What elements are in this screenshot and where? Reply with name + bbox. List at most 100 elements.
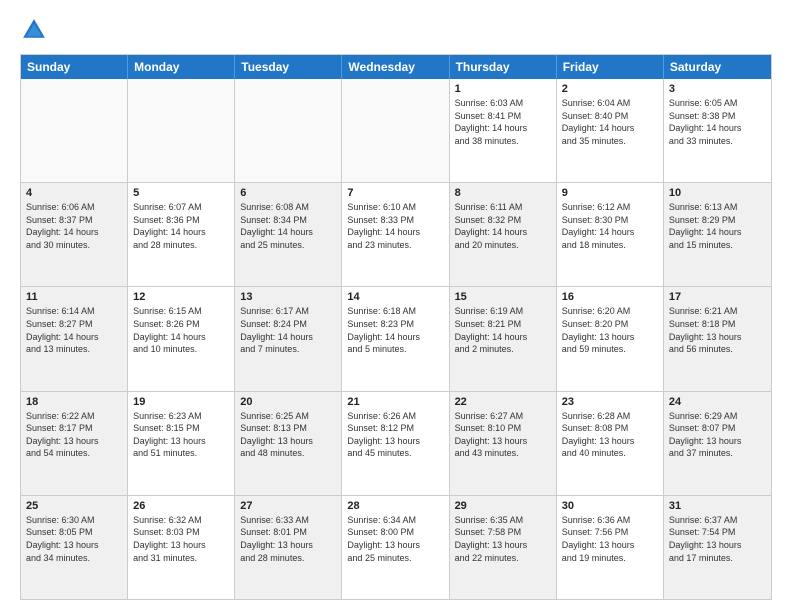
header-monday: Monday [128, 55, 235, 79]
day-number: 8 [455, 187, 551, 199]
day-info: Sunrise: 6:28 AM Sunset: 8:08 PM Dayligh… [562, 410, 658, 460]
calendar-cell-1-2: 6 Sunrise: 6:08 AM Sunset: 8:34 PM Daylig… [235, 183, 342, 286]
calendar-cell-1-6: 10 Sunrise: 6:13 AM Sunset: 8:29 PM Dayli… [664, 183, 771, 286]
day-number: 17 [669, 291, 766, 303]
day-number: 29 [455, 500, 551, 512]
header-saturday: Saturday [664, 55, 771, 79]
day-number: 27 [240, 500, 336, 512]
day-info: Sunrise: 6:11 AM Sunset: 8:32 PM Dayligh… [455, 201, 551, 251]
calendar-cell-3-3: 21 Sunrise: 6:26 AM Sunset: 8:12 PM Dayli… [342, 392, 449, 495]
day-info: Sunrise: 6:36 AM Sunset: 7:56 PM Dayligh… [562, 514, 658, 564]
day-number: 4 [26, 187, 122, 199]
day-number: 10 [669, 187, 766, 199]
calendar-cell-4-3: 28Sunrise: 6:34 AM Sunset: 8:00 PM Dayli… [342, 496, 449, 599]
day-info: Sunrise: 6:25 AM Sunset: 8:13 PM Dayligh… [240, 410, 336, 460]
day-number: 25 [26, 500, 122, 512]
day-info: Sunrise: 6:35 AM Sunset: 7:58 PM Dayligh… [455, 514, 551, 564]
day-number: 18 [26, 396, 122, 408]
header-thursday: Thursday [450, 55, 557, 79]
header-wednesday: Wednesday [342, 55, 449, 79]
day-number: 31 [669, 500, 766, 512]
day-info: Sunrise: 6:10 AM Sunset: 8:33 PM Dayligh… [347, 201, 443, 251]
calendar-cell-2-4: 15Sunrise: 6:19 AM Sunset: 8:21 PM Dayli… [450, 287, 557, 390]
day-info: Sunrise: 6:29 AM Sunset: 8:07 PM Dayligh… [669, 410, 766, 460]
calendar-cell-4-2: 27Sunrise: 6:33 AM Sunset: 8:01 PM Dayli… [235, 496, 342, 599]
calendar-row-4: 25 Sunrise: 6:30 AM Sunset: 8:05 PM Dayli… [21, 496, 771, 599]
day-number: 14 [347, 291, 443, 303]
calendar-cell-1-1: 5 Sunrise: 6:07 AM Sunset: 8:36 PM Daylig… [128, 183, 235, 286]
day-info: Sunrise: 6:06 AM Sunset: 8:37 PM Dayligh… [26, 201, 122, 251]
day-info: Sunrise: 6:20 AM Sunset: 8:20 PM Dayligh… [562, 305, 658, 355]
calendar-cell-0-6: 3 Sunrise: 6:05 AM Sunset: 8:38 PM Daylig… [664, 79, 771, 182]
day-number: 6 [240, 187, 336, 199]
day-info: Sunrise: 6:22 AM Sunset: 8:17 PM Dayligh… [26, 410, 122, 460]
calendar-cell-0-0 [21, 79, 128, 182]
day-number: 1 [455, 83, 551, 95]
day-info: Sunrise: 6:12 AM Sunset: 8:30 PM Dayligh… [562, 201, 658, 251]
day-number: 9 [562, 187, 658, 199]
day-info: Sunrise: 6:37 AM Sunset: 7:54 PM Dayligh… [669, 514, 766, 564]
calendar-cell-4-6: 31 Sunrise: 6:37 AM Sunset: 7:54 PM Dayli… [664, 496, 771, 599]
calendar-cell-2-6: 17 Sunrise: 6:21 AM Sunset: 8:18 PM Dayli… [664, 287, 771, 390]
calendar-cell-3-0: 18 Sunrise: 6:22 AM Sunset: 8:17 PM Dayli… [21, 392, 128, 495]
calendar-cell-0-5: 2 Sunrise: 6:04 AM Sunset: 8:40 PM Daylig… [557, 79, 664, 182]
calendar-header: Sunday Monday Tuesday Wednesday Thursday… [21, 55, 771, 79]
calendar-cell-4-4: 29 Sunrise: 6:35 AM Sunset: 7:58 PM Dayli… [450, 496, 557, 599]
day-number: 2 [562, 83, 658, 95]
calendar-cell-1-0: 4 Sunrise: 6:06 AM Sunset: 8:37 PM Daylig… [21, 183, 128, 286]
day-number: 7 [347, 187, 443, 199]
calendar-row-0: 1 Sunrise: 6:03 AM Sunset: 8:41 PM Daylig… [21, 79, 771, 183]
header-tuesday: Tuesday [235, 55, 342, 79]
calendar-cell-4-5: 30Sunrise: 6:36 AM Sunset: 7:56 PM Dayli… [557, 496, 664, 599]
day-info: Sunrise: 6:27 AM Sunset: 8:10 PM Dayligh… [455, 410, 551, 460]
day-number: 11 [26, 291, 122, 303]
day-number: 15 [455, 291, 551, 303]
day-info: Sunrise: 6:30 AM Sunset: 8:05 PM Dayligh… [26, 514, 122, 564]
day-number: 19 [133, 396, 229, 408]
day-number: 12 [133, 291, 229, 303]
calendar-cell-2-0: 11Sunrise: 6:14 AM Sunset: 8:27 PM Dayli… [21, 287, 128, 390]
day-number: 21 [347, 396, 443, 408]
calendar-row-2: 11Sunrise: 6:14 AM Sunset: 8:27 PM Dayli… [21, 287, 771, 391]
day-number: 3 [669, 83, 766, 95]
day-info: Sunrise: 6:05 AM Sunset: 8:38 PM Dayligh… [669, 97, 766, 147]
day-number: 13 [240, 291, 336, 303]
day-number: 28 [347, 500, 443, 512]
day-info: Sunrise: 6:32 AM Sunset: 8:03 PM Dayligh… [133, 514, 229, 564]
day-info: Sunrise: 6:21 AM Sunset: 8:18 PM Dayligh… [669, 305, 766, 355]
day-info: Sunrise: 6:26 AM Sunset: 8:12 PM Dayligh… [347, 410, 443, 460]
day-number: 20 [240, 396, 336, 408]
day-info: Sunrise: 6:13 AM Sunset: 8:29 PM Dayligh… [669, 201, 766, 251]
calendar-cell-3-2: 20 Sunrise: 6:25 AM Sunset: 8:13 PM Dayli… [235, 392, 342, 495]
day-info: Sunrise: 6:07 AM Sunset: 8:36 PM Dayligh… [133, 201, 229, 251]
day-number: 22 [455, 396, 551, 408]
calendar-cell-3-6: 24 Sunrise: 6:29 AM Sunset: 8:07 PM Dayli… [664, 392, 771, 495]
calendar-row-1: 4 Sunrise: 6:06 AM Sunset: 8:37 PM Daylig… [21, 183, 771, 287]
calendar-cell-2-3: 14 Sunrise: 6:18 AM Sunset: 8:23 PM Dayli… [342, 287, 449, 390]
calendar-cell-2-1: 12 Sunrise: 6:15 AM Sunset: 8:26 PM Dayli… [128, 287, 235, 390]
calendar-cell-2-2: 13Sunrise: 6:17 AM Sunset: 8:24 PM Dayli… [235, 287, 342, 390]
calendar-cell-3-4: 22 Sunrise: 6:27 AM Sunset: 8:10 PM Dayli… [450, 392, 557, 495]
calendar-cell-0-4: 1 Sunrise: 6:03 AM Sunset: 8:41 PM Daylig… [450, 79, 557, 182]
day-info: Sunrise: 6:23 AM Sunset: 8:15 PM Dayligh… [133, 410, 229, 460]
calendar-cell-4-0: 25 Sunrise: 6:30 AM Sunset: 8:05 PM Dayli… [21, 496, 128, 599]
day-info: Sunrise: 6:04 AM Sunset: 8:40 PM Dayligh… [562, 97, 658, 147]
day-number: 24 [669, 396, 766, 408]
calendar-cell-0-3 [342, 79, 449, 182]
logo [20, 16, 52, 44]
calendar-cell-2-5: 16Sunrise: 6:20 AM Sunset: 8:20 PM Dayli… [557, 287, 664, 390]
header-sunday: Sunday [21, 55, 128, 79]
calendar-body: 1 Sunrise: 6:03 AM Sunset: 8:41 PM Daylig… [21, 79, 771, 599]
calendar-row-3: 18 Sunrise: 6:22 AM Sunset: 8:17 PM Dayli… [21, 392, 771, 496]
day-info: Sunrise: 6:18 AM Sunset: 8:23 PM Dayligh… [347, 305, 443, 355]
calendar-cell-4-1: 26Sunrise: 6:32 AM Sunset: 8:03 PM Dayli… [128, 496, 235, 599]
day-info: Sunrise: 6:15 AM Sunset: 8:26 PM Dayligh… [133, 305, 229, 355]
day-info: Sunrise: 6:03 AM Sunset: 8:41 PM Dayligh… [455, 97, 551, 147]
header [20, 16, 772, 44]
day-number: 23 [562, 396, 658, 408]
day-number: 5 [133, 187, 229, 199]
header-friday: Friday [557, 55, 664, 79]
day-info: Sunrise: 6:08 AM Sunset: 8:34 PM Dayligh… [240, 201, 336, 251]
calendar-cell-1-4: 8 Sunrise: 6:11 AM Sunset: 8:32 PM Daylig… [450, 183, 557, 286]
calendar-cell-3-1: 19 Sunrise: 6:23 AM Sunset: 8:15 PM Dayli… [128, 392, 235, 495]
